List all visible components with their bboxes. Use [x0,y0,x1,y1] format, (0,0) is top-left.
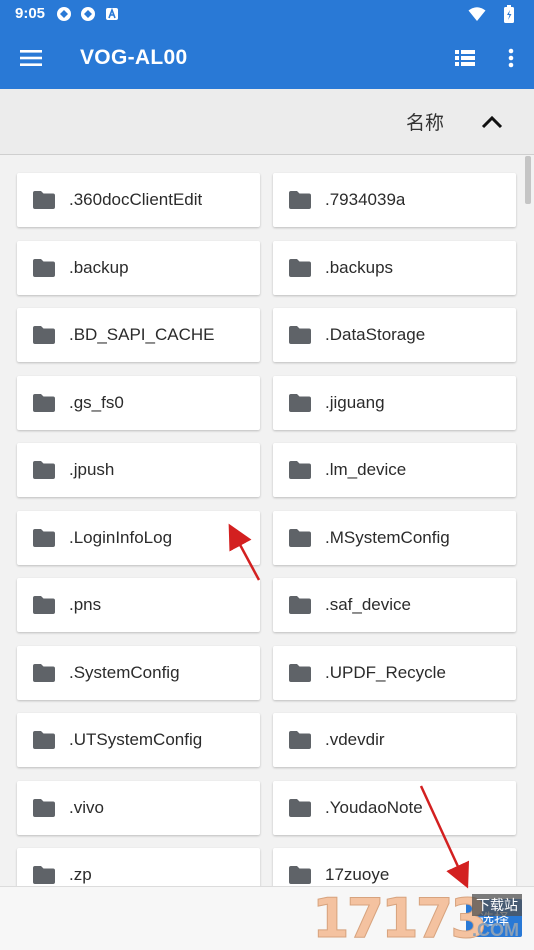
folder-icon [288,528,312,548]
folder-name: .gs_fs0 [69,392,124,412]
folder-icon [32,663,56,683]
folder-name: .UPDF_Recycle [325,662,446,682]
folder-item[interactable]: .gs_fs0 [17,375,260,430]
folder-item[interactable]: .backup [17,240,260,295]
folder-name: .SystemConfig [69,662,180,682]
folder-item[interactable]: .UPDF_Recycle [273,645,516,700]
folder-name: .jpush [69,460,115,479]
app-bar: VOG-AL00 [0,27,534,89]
folder-name: .BD_SAPI_CACHE [69,325,215,344]
folder-name: .saf_device [325,595,411,614]
list-view-icon [455,50,475,66]
folder-icon [288,393,312,413]
sort-bar: 名称 [0,89,534,155]
folder-icon [32,325,56,345]
more-options-button[interactable] [488,27,534,89]
folder-icon [32,730,56,750]
folder-name: .pns [69,595,102,614]
folder-icon [288,730,312,750]
folder-icon [288,190,312,210]
folder-item[interactable]: .zp [17,848,260,886]
notification-icon [103,5,121,23]
sort-direction-button[interactable] [478,108,506,136]
folder-item[interactable]: .360docClientEdit [17,173,260,227]
folder-icon [32,393,56,413]
folder-item[interactable]: .DataStorage [273,308,516,362]
hamburger-menu-icon [20,50,42,66]
folder-icon [32,460,56,480]
folder-name: .backups [325,257,394,277]
folder-item[interactable]: .UTSystemConfig [17,713,260,767]
wifi-icon [468,5,486,23]
menu-button[interactable] [0,27,62,89]
folder-item[interactable]: .SystemConfig [17,645,260,700]
folder-item[interactable]: 17zuoye [273,848,516,886]
folder-name: .YoudaoNote [325,797,423,817]
more-vert-icon [508,48,514,68]
folder-name: .360docClientEdit [69,190,203,209]
folder-icon [32,865,56,885]
folder-icon [32,528,56,548]
folder-icon [288,865,312,885]
folder-icon [32,190,56,210]
folder-icon [288,798,312,818]
folder-item[interactable]: .YoudaoNote [273,780,516,835]
folder-item[interactable]: .lm_device [273,443,516,497]
folder-list[interactable]: .360docClientEdit .7934039a .backup .backup… [0,156,534,886]
folder-icon [288,595,312,615]
folder-item[interactable]: .saf_device [273,578,516,632]
sort-label[interactable]: 名称 [406,108,444,135]
folder-name: .vdevdir [325,730,385,749]
folder-item[interactable]: .BD_SAPI_CACHE [17,308,260,362]
folder-item[interactable]: .backups [273,240,516,295]
battery-icon [500,4,518,23]
select-button[interactable]: 选择 [466,899,522,937]
status-time: 9:05 [15,5,46,22]
bottom-bar: 选择 [0,886,534,950]
folder-item[interactable]: .MSystemConfig [273,510,516,565]
status-bar: 9:05 [0,0,534,27]
folder-item[interactable]: .jiguang [273,375,516,430]
folder-name: .7934039a [325,190,406,209]
list-view-button[interactable] [442,27,488,89]
folder-icon [288,325,312,345]
folder-name: .lm_device [325,460,407,479]
folder-name: 17zuoye [325,865,390,884]
folder-name: .DataStorage [325,325,426,344]
folder-name: .zp [69,865,92,884]
folder-name: .LoginInfoLog [69,527,173,547]
folder-icon [288,663,312,683]
folder-name: .MSystemConfig [325,527,450,547]
folder-item[interactable]: .vivo [17,780,260,835]
vpn-icon [79,5,97,23]
folder-name: .UTSystemConfig [69,730,203,749]
folder-icon [288,258,312,278]
folder-item[interactable]: .LoginInfoLog [17,510,260,565]
folder-icon [288,460,312,480]
folder-name: .jiguang [325,392,385,412]
scrollbar[interactable] [525,156,531,204]
vpn-icon [55,5,73,23]
folder-item[interactable]: .vdevdir [273,713,516,767]
folder-icon [32,595,56,615]
folder-icon [32,258,56,278]
folder-grid: .360docClientEdit .7934039a .backup .backup… [17,173,517,886]
folder-item[interactable]: .7934039a [273,173,516,227]
app-title: VOG-AL00 [80,46,188,69]
folder-item[interactable]: .jpush [17,443,260,497]
folder-icon [32,798,56,818]
folder-item[interactable]: .pns [17,578,260,632]
folder-name: .backup [69,257,129,277]
chevron-up-icon [481,115,503,128]
folder-name: .vivo [69,797,104,817]
